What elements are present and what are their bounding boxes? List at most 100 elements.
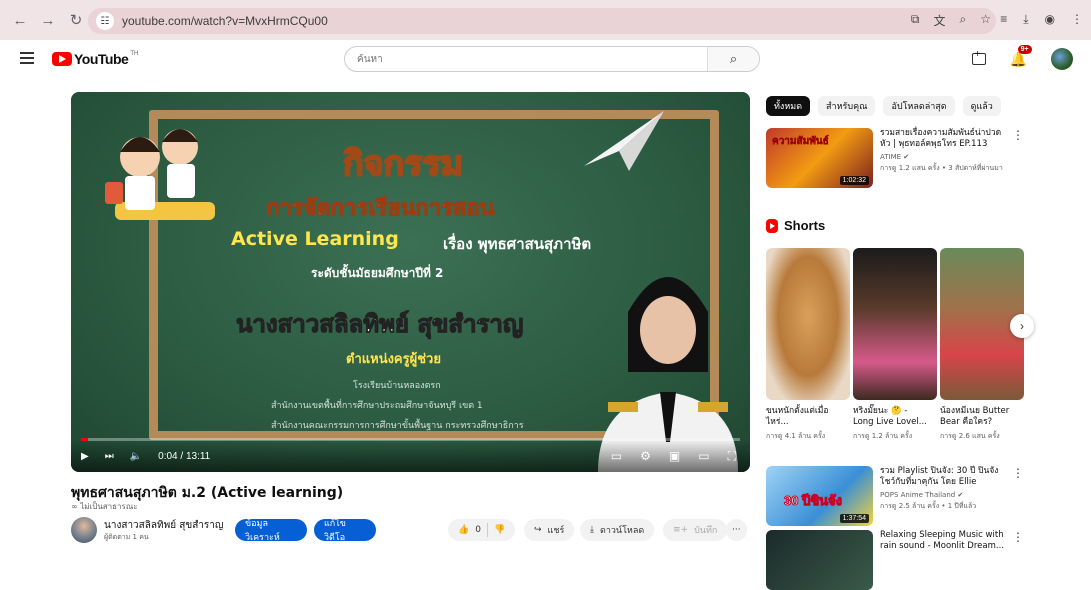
address-bar[interactable]: ☷ youtube.com/watch?v=MvxHrmCQu00 xyxy=(88,8,996,34)
rec-thumbnail[interactable] xyxy=(766,530,873,590)
like-dislike-group: 👍 0 👎 xyxy=(448,519,516,541)
chip-recent[interactable]: อัปโหลดล่าสุด xyxy=(883,96,955,116)
hamburger-menu-icon[interactable] xyxy=(20,52,34,64)
short-title[interactable]: น้องหมีเนย Butter Bear คือใคร? xyxy=(940,406,1016,428)
zoom-icon[interactable]: ⌕ xyxy=(960,12,967,29)
video-player[interactable]: กิจกรรม การจัดการเรียนการสอน Active Lear… xyxy=(71,92,750,472)
like-icon[interactable]: 👍 xyxy=(458,525,469,535)
rec-title[interactable]: รวม Playlist ปินจัง: 30 ปี ปินจังโชว์กับ… xyxy=(880,466,1008,488)
like-divider xyxy=(486,523,488,537)
notification-badge: 9+ xyxy=(1017,44,1032,54)
reload-icon[interactable]: ↻ xyxy=(64,8,88,32)
create-icon[interactable] xyxy=(971,49,986,65)
rec-thumbnail[interactable]: 30 ปีชินจัง 1:37:54 xyxy=(766,466,873,526)
miniplayer-icon[interactable]: ▣ xyxy=(669,449,680,463)
short-meta: การดู 2.6 แสน ครั้ง xyxy=(940,432,1000,440)
download-button[interactable]: ⤓ ดาวน์โหลด xyxy=(580,519,655,541)
slide-line3b: เรื่อง พุทธศาสนสุภาษิต xyxy=(443,235,592,253)
rec-menu-icon[interactable]: ⋮ xyxy=(1012,466,1024,480)
rec-thumb-text: 30 ปีชินจัง xyxy=(784,493,843,509)
chip-all[interactable]: ทั้งหมด xyxy=(766,96,811,116)
chip-watched[interactable]: ดูแล้ว xyxy=(962,96,1001,116)
slide-office2: สำนักงานคณะกรรมการการศึกษาขั้นพื้นฐาน กร… xyxy=(271,421,524,431)
rec-title[interactable]: รวมสายเรื่องความสัมพันธ์น่าปวดหัว | พุธท… xyxy=(880,128,1008,150)
profile-icon[interactable]: ◉ xyxy=(1045,12,1055,27)
more-horiz-icon: ··· xyxy=(732,525,741,535)
short-thumbnail[interactable] xyxy=(853,248,937,400)
slide-line3a: Active Learning xyxy=(231,228,399,250)
shorts-logo-icon xyxy=(766,218,778,233)
site-info-icon[interactable]: ☷ xyxy=(96,12,114,30)
theater-mode-icon[interactable]: ▭ xyxy=(698,449,709,463)
youtube-logo[interactable]: YouTube TH xyxy=(52,51,138,67)
forward-icon[interactable]: → xyxy=(36,8,60,32)
slide-name: นางสาวสลิลทิพย์ สุขสำราญ xyxy=(235,310,524,339)
dislike-icon[interactable]: 👎 xyxy=(494,525,505,535)
share-button[interactable]: ↪ แชร์ xyxy=(524,519,575,541)
player-controls: ▶ ⏭ 🔈 0:04 / 13:11 ▭ ⚙ ▣ ▭ ⛶ xyxy=(71,440,750,472)
download-icon[interactable]: ⤓ xyxy=(1023,12,1028,27)
notifications-bell-icon[interactable]: 🔔 9+ xyxy=(1010,44,1032,68)
extensions-icon[interactable]: ≡ xyxy=(1000,12,1007,27)
filter-chips: ทั้งหมด สำหรับคุณ อัปโหลดล่าสุด ดูแล้ว xyxy=(766,96,1001,116)
rec-channel[interactable]: POPS Anime Thailand xyxy=(880,491,955,499)
kids-illustration xyxy=(105,129,215,220)
recommendation-item[interactable]: 30 ปีชินจัง 1:37:54 รวม Playlist ปินจัง:… xyxy=(766,466,1024,526)
save-button[interactable]: ≡+ บันทึก xyxy=(663,519,728,541)
rec-duration: 1:37:54 xyxy=(839,514,869,523)
channel-avatar[interactable] xyxy=(71,517,97,543)
chip-for-you[interactable]: สำหรับคุณ xyxy=(818,96,876,116)
search-icon: ⌕ xyxy=(729,51,738,66)
settings-gear-icon[interactable]: ⚙ xyxy=(640,449,651,463)
subtitles-icon[interactable]: ▭ xyxy=(611,449,622,463)
slide-line4: ระดับชั้นมัธยมศึกษาปีที่ 2 xyxy=(311,266,444,280)
short-thumbnail[interactable] xyxy=(766,248,850,400)
share-label: แชร์ xyxy=(547,526,565,536)
play-icon[interactable]: ▶ xyxy=(81,451,89,462)
like-count: 0 xyxy=(475,525,481,535)
shorts-next-chevron-icon[interactable]: › xyxy=(1010,314,1034,338)
short-title[interactable]: หริงมั๊ยนะ 🤔 - Long Live Lovel... xyxy=(853,406,929,428)
verified-icon: ✔ xyxy=(903,153,910,161)
url-text: youtube.com/watch?v=MvxHrmCQu00 xyxy=(122,14,328,28)
short-title[interactable]: ขนหนักตั้งแต่เมื่อไหร่... xyxy=(766,406,842,428)
recommendation-item[interactable]: ความสัมพันธ์ 1:02:32 รวมสายเรื่องความสัม… xyxy=(766,128,1024,188)
share-icon: ↪ xyxy=(534,525,542,535)
time-display: 0:04 / 13:11 xyxy=(158,450,211,462)
rec-duration: 1:02:32 xyxy=(839,176,869,185)
rec-channel[interactable]: ATIME xyxy=(880,153,901,161)
slide-office1: สำนักงานเขตพื้นที่การศึกษาประถมศึกษาจันท… xyxy=(271,401,483,411)
rec-menu-icon[interactable]: ⋮ xyxy=(1012,128,1024,142)
visibility-text: ไม่เป็นสาธารณะ xyxy=(80,502,138,511)
cast-icon[interactable]: ⧉ xyxy=(911,12,920,29)
short-item[interactable]: ขนหนักตั้งแต่เมื่อไหร่... การดู 4.1 ล้าน… xyxy=(766,248,850,442)
fullscreen-icon[interactable]: ⛶ xyxy=(728,449,736,464)
slide-school: โรงเรียนบ้านหลองตรก xyxy=(353,381,441,391)
more-icon[interactable]: ⋮ xyxy=(1071,12,1083,27)
back-icon[interactable]: ← xyxy=(8,8,32,32)
search-button[interactable]: ⌕ xyxy=(707,47,759,71)
translate-icon[interactable]: 文 xyxy=(933,12,945,29)
short-item[interactable]: น้องหมีเนย Butter Bear คือใคร? การดู 2.6… xyxy=(940,248,1024,442)
slide-line2: การจัดการเรียนการสอน xyxy=(266,196,496,222)
logo-country: TH xyxy=(130,51,139,57)
rec-menu-icon[interactable]: ⋮ xyxy=(1012,530,1024,544)
next-icon[interactable]: ⏭ xyxy=(105,451,114,462)
edit-video-button[interactable]: แก้ไขวิดีโอ xyxy=(314,519,376,543)
rec-title[interactable]: Relaxing Sleeping Music with rain sound … xyxy=(880,530,1008,552)
bookmark-star-icon[interactable]: ☆ xyxy=(980,12,991,29)
visibility-label: ∞ ไม่เป็นสาธารณะ xyxy=(71,500,138,513)
short-item[interactable]: หริงมั๊ยนะ 🤔 - Long Live Lovel... การดู … xyxy=(853,248,937,442)
channel-name[interactable]: นางสาวสลิลทิพย์ สุขสำราญ xyxy=(104,518,223,533)
account-avatar[interactable] xyxy=(1051,48,1073,70)
save-playlist-icon: ≡+ xyxy=(673,525,689,535)
rec-thumbnail[interactable]: ความสัมพันธ์ 1:02:32 xyxy=(766,128,873,188)
shorts-header: Shorts xyxy=(766,218,825,233)
more-actions-button[interactable]: ··· xyxy=(726,519,747,541)
recommendation-item[interactable]: Relaxing Sleeping Music with rain sound … xyxy=(766,530,1024,590)
search-box: ⌕ xyxy=(344,46,760,72)
analytics-button[interactable]: ข้อมูลวิเคราะห์ xyxy=(235,519,307,543)
search-input[interactable] xyxy=(345,53,707,65)
volume-icon[interactable]: 🔈 xyxy=(130,451,142,462)
save-label: บันทึก xyxy=(694,526,718,536)
